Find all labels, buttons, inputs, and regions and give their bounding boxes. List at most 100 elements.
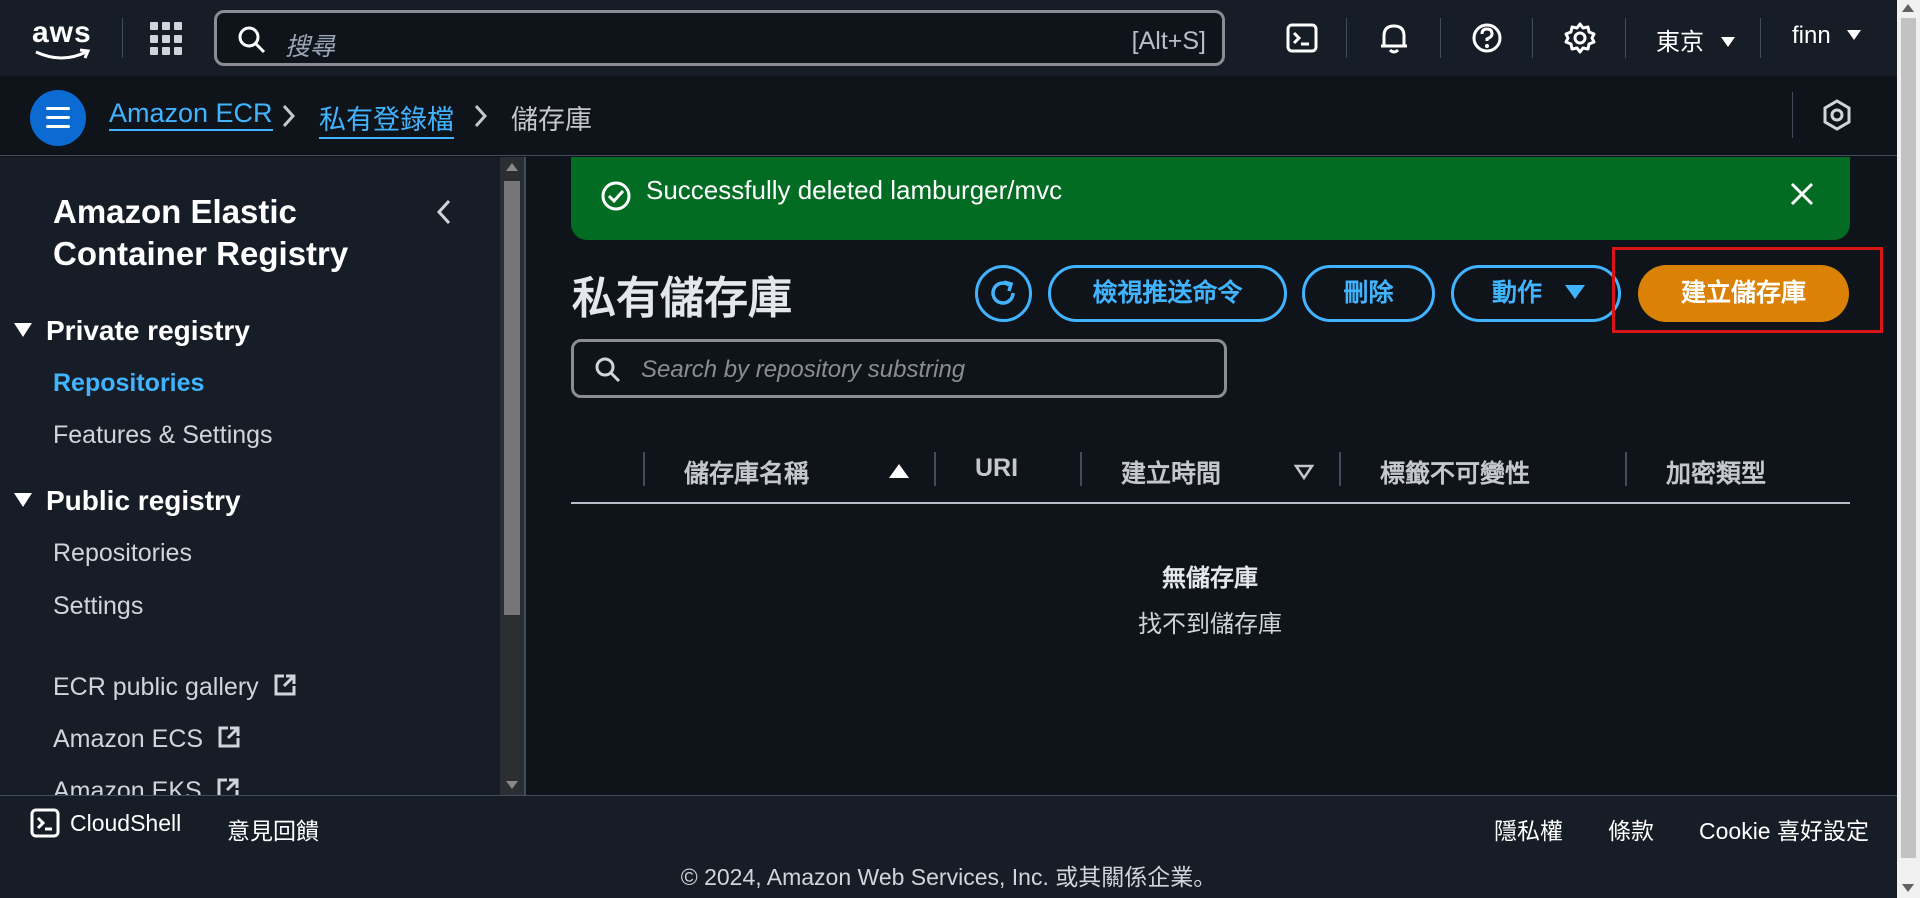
column-divider [1625, 452, 1627, 486]
cloudshell-label: CloudShell [70, 810, 182, 837]
panel-divider [524, 157, 526, 795]
link-label: Amazon EKS [53, 777, 202, 795]
repository-search-placeholder: Search by repository substring [641, 356, 966, 383]
column-header-encryption-type: 加密類型 [1666, 460, 1767, 488]
column-header-uri: URI [975, 454, 1019, 482]
link-label: Amazon ECS [53, 725, 204, 753]
chevron-right-icon [474, 104, 488, 128]
search-icon [595, 357, 621, 383]
close-icon[interactable] [1787, 179, 1817, 209]
user-menu[interactable]: finn [1792, 22, 1862, 50]
tools-panel-icon[interactable] [1820, 98, 1854, 132]
breadcrumb-amazon-ecr[interactable]: Amazon ECR [109, 98, 273, 131]
terms-link[interactable]: 條款 [1608, 812, 1654, 846]
divider [122, 18, 123, 58]
feedback-link[interactable]: 意見回饋 [227, 812, 319, 846]
aws-logo[interactable]: aws [32, 18, 92, 62]
copyright-text: © 2024, Amazon Web Services, Inc. 或其關係企業… [680, 864, 1217, 890]
nav-section-label: Private registry [46, 315, 250, 346]
column-divider [643, 452, 645, 486]
sidebar-link-ecr-public-gallery[interactable]: ECR public gallery [53, 673, 298, 702]
collapse-sidebar-icon[interactable] [434, 197, 454, 227]
sidebar-item-private-repositories[interactable]: Repositories [53, 369, 204, 398]
sidebar-item-public-settings[interactable]: Settings [53, 592, 143, 621]
search-icon [238, 26, 266, 54]
scroll-up-arrow-icon[interactable] [1902, 4, 1914, 12]
top-navigation: aws 搜尋 [Alt+S] 東京 finn [0, 0, 1897, 76]
nav-section-label: Public registry [46, 485, 241, 516]
chevron-down-icon [1720, 37, 1735, 47]
view-push-commands-button[interactable]: 檢視推送命令 [1048, 265, 1287, 322]
cloudshell-link[interactable]: CloudShell [30, 808, 182, 840]
cloudshell-icon [30, 808, 60, 838]
refresh-button[interactable] [975, 265, 1032, 322]
column-divider [1080, 452, 1082, 486]
page-scrollbar[interactable] [1897, 0, 1920, 898]
breadcrumb-private-registry[interactable]: 私有登錄檔 [319, 98, 454, 139]
column-divider [1339, 452, 1341, 486]
sidebar-item-features-settings[interactable]: Features & Settings [53, 421, 273, 450]
refresh-icon [991, 280, 1015, 305]
highlight-box [1612, 247, 1883, 333]
aws-smile-icon [35, 48, 91, 60]
scroll-down-arrow-icon[interactable] [1902, 884, 1914, 892]
caret-down-icon [14, 492, 32, 507]
nav-section-private-registry[interactable]: Private registry [14, 315, 250, 347]
divider [1792, 92, 1793, 138]
scrollbar-thumb[interactable] [1901, 18, 1916, 858]
breadcrumb-bar: Amazon ECR 私有登錄檔 儲存庫 [0, 76, 1897, 156]
repository-search-input[interactable]: Search by repository substring [571, 339, 1227, 398]
sidebar-scrollbar[interactable] [500, 157, 524, 795]
breadcrumb-repositories: 儲存庫 [511, 105, 592, 135]
divider [1440, 18, 1441, 58]
cloudshell-icon[interactable] [1282, 18, 1322, 58]
delete-button[interactable]: 刪除 [1302, 265, 1435, 322]
empty-state-title: 無儲存庫 [1162, 565, 1258, 592]
sidebar-link-amazon-ecs[interactable]: Amazon ECS [53, 725, 242, 754]
cookie-preferences-link[interactable]: Cookie 喜好設定 [1699, 812, 1869, 846]
column-header-repository-name[interactable]: 儲存庫名稱 [684, 454, 809, 490]
bell-icon[interactable] [1374, 18, 1414, 58]
gear-icon[interactable] [1560, 18, 1600, 58]
help-icon[interactable] [1467, 18, 1507, 58]
services-grid-icon[interactable] [150, 22, 184, 56]
sort-ascending-icon[interactable] [889, 464, 909, 478]
menu-toggle-button[interactable] [30, 90, 86, 146]
divider [1532, 18, 1533, 58]
caret-down-icon [14, 322, 32, 337]
scrollbar-thumb[interactable] [504, 181, 520, 615]
nav-section-public-registry[interactable]: Public registry [14, 485, 241, 517]
scroll-up-arrow-icon[interactable] [506, 163, 518, 171]
footer: CloudShell 意見回饋 隱私權 條款 Cookie 喜好設定 © 202… [0, 795, 1897, 898]
sort-descending-icon[interactable] [1294, 464, 1314, 480]
divider [1760, 18, 1761, 58]
aws-logo-text: aws [32, 16, 92, 49]
column-header-created-at[interactable]: 建立時間 [1121, 454, 1221, 490]
region-label: 東京 [1656, 29, 1704, 56]
table-header: 儲存庫名稱 URI 建立時間 標籤不可變性 加密類型 [571, 444, 1850, 504]
external-link-icon [218, 726, 240, 748]
external-link-icon [217, 778, 239, 795]
column-divider [934, 452, 936, 486]
search-shortcut: [Alt+S] [1131, 27, 1206, 55]
success-flash-banner: Successfully deleted lamburger/mvc [571, 157, 1850, 240]
actions-dropdown-button[interactable]: 動作 [1451, 265, 1621, 322]
chevron-down-icon [1847, 30, 1862, 40]
sidebar-title: Amazon Elastic Container Registry [53, 193, 349, 272]
success-check-icon [601, 181, 631, 211]
scroll-down-arrow-icon[interactable] [506, 781, 518, 789]
global-search-input[interactable]: 搜尋 [Alt+S] [214, 10, 1225, 66]
privacy-link[interactable]: 隱私權 [1494, 812, 1563, 846]
search-placeholder: 搜尋 [285, 33, 336, 61]
chevron-right-icon [282, 104, 296, 128]
divider [1346, 18, 1347, 58]
sidebar: Amazon Elastic Container Registry Privat… [0, 157, 500, 795]
sidebar-link-amazon-eks[interactable]: Amazon EKS [53, 777, 241, 795]
actions-label: 動作 [1492, 279, 1543, 307]
region-selector[interactable]: 東京 [1656, 22, 1735, 57]
column-header-tag-immutability: 標籤不可變性 [1380, 460, 1531, 488]
page-title: 私有儲存庫 [572, 274, 792, 323]
sidebar-item-public-repositories[interactable]: Repositories [53, 539, 192, 568]
divider [1625, 18, 1626, 58]
user-label: finn [1792, 22, 1831, 49]
